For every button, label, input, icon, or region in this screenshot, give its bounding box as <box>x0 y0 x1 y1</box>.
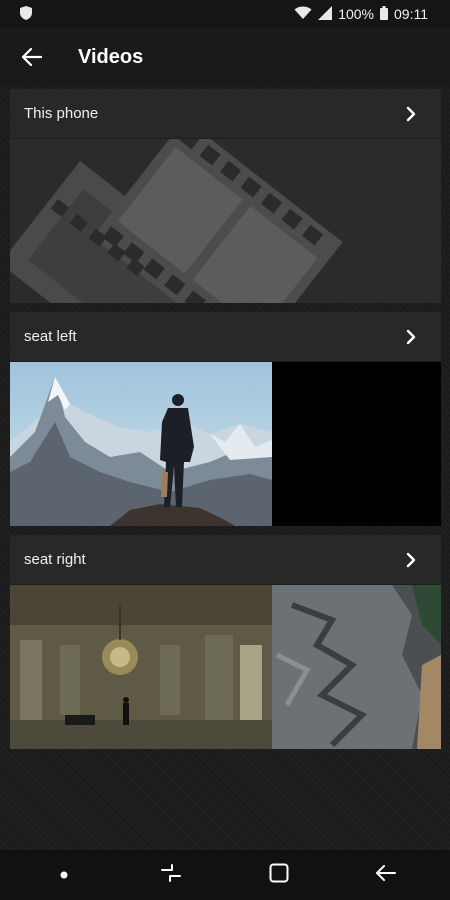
film-strip-icon <box>10 139 343 303</box>
section-title: This phone <box>24 105 99 122</box>
section-header[interactable]: seat left <box>10 312 441 362</box>
chevron-right-icon <box>406 552 416 567</box>
section-title: seat right <box>24 551 86 568</box>
arrow-left-icon <box>22 48 42 66</box>
clock: 09:11 <box>394 6 428 22</box>
chevron-right-icon <box>406 106 416 121</box>
page-title: Videos <box>78 45 144 68</box>
section-header[interactable]: This phone <box>10 89 441 139</box>
battery-icon <box>380 5 388 23</box>
status-bar: 100% 09:11 <box>0 0 450 28</box>
system-navigation-bar <box>0 850 450 900</box>
hall-video-thumbnail[interactable] <box>10 585 272 749</box>
section-seat-left[interactable]: seat left <box>10 312 441 526</box>
wifi-icon <box>294 6 312 23</box>
section-header[interactable]: seat right <box>10 535 441 585</box>
status-right: 100% 09:11 <box>294 5 428 23</box>
film-placeholder-thumbnail[interactable] <box>10 139 441 303</box>
recent-apps-button[interactable] <box>141 850 201 900</box>
section-title: seat left <box>24 328 77 345</box>
home-button[interactable] <box>249 850 309 900</box>
nav-dot-button[interactable] <box>34 850 94 900</box>
system-back-button[interactable] <box>356 850 416 900</box>
section-this-phone[interactable]: This phone <box>10 89 441 303</box>
cliff-video-thumbnail[interactable] <box>272 585 441 749</box>
battery-percent: 100% <box>338 6 374 22</box>
seat-left-thumbnail-area <box>10 362 441 526</box>
chevron-right-icon <box>406 329 416 344</box>
section-seat-right[interactable]: seat right <box>10 535 441 749</box>
seat-right-thumbnails <box>10 585 441 749</box>
video-list: This phone seat left seat right <box>0 86 450 850</box>
app-bar: Videos <box>0 28 450 86</box>
back-button[interactable] <box>0 28 64 86</box>
home-icon <box>269 863 289 888</box>
shield-icon <box>20 6 32 22</box>
dot-icon <box>60 866 68 884</box>
signal-icon <box>318 5 333 23</box>
recent-apps-icon <box>160 863 182 887</box>
back-icon <box>376 864 397 886</box>
mountain-video-thumbnail[interactable] <box>10 362 272 526</box>
